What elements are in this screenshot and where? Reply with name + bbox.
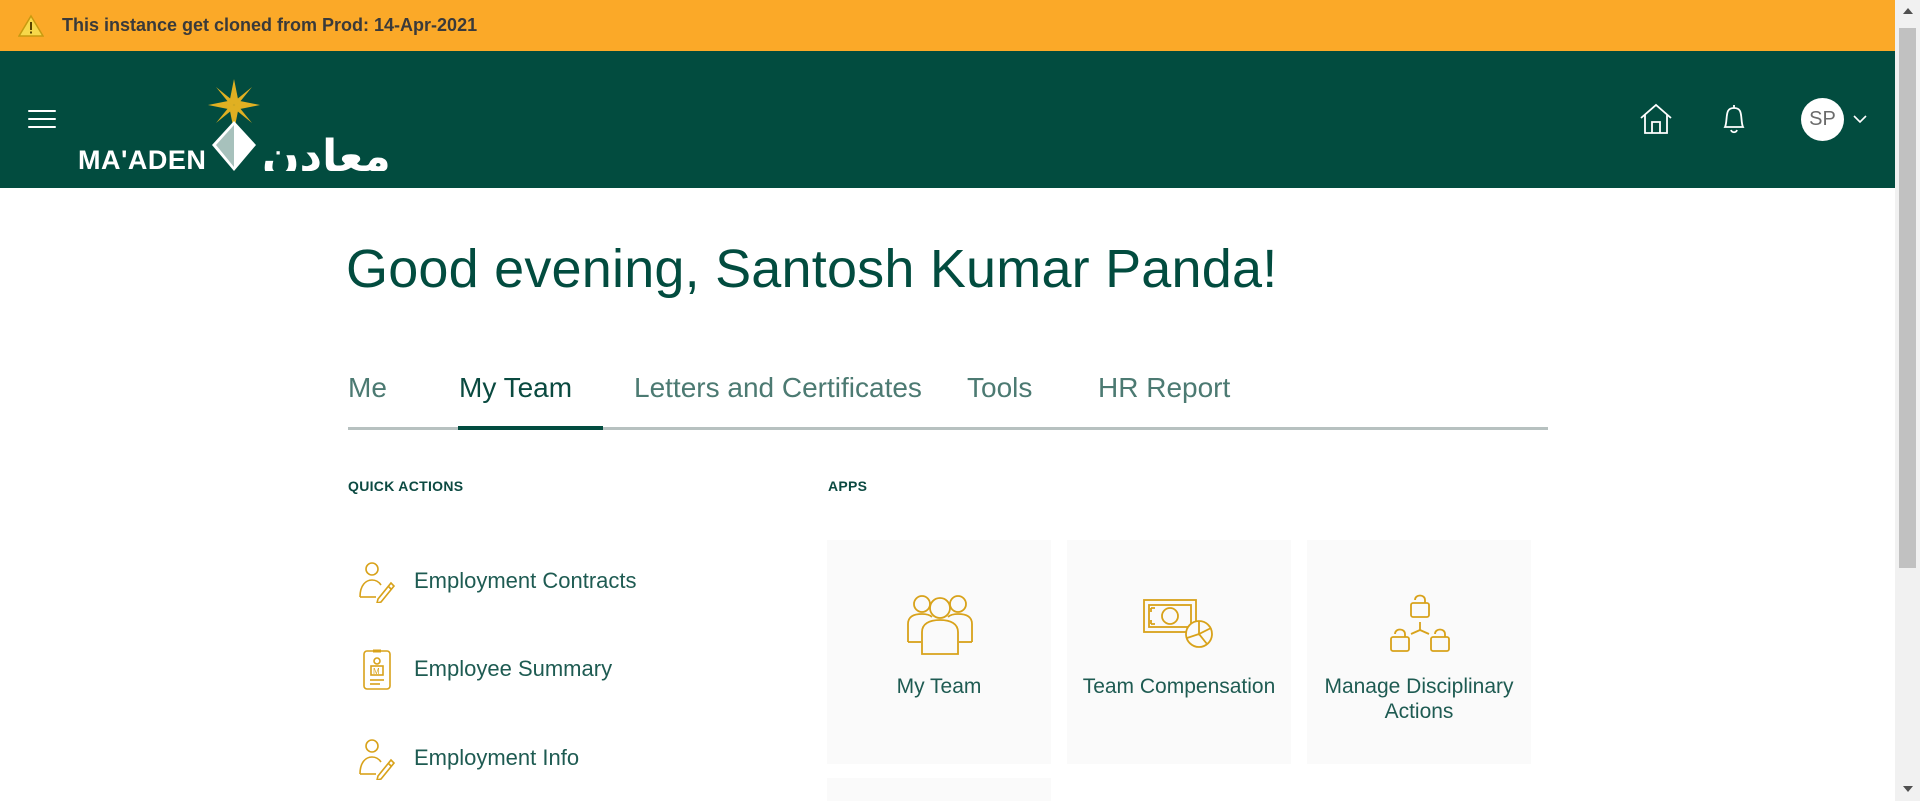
logo-latin-text: MA'ADEN <box>78 145 206 171</box>
tab-tools[interactable]: Tools <box>967 372 1032 404</box>
tab-hr-report[interactable]: HR Report <box>1098 372 1230 404</box>
hierarchy-icon <box>1383 590 1457 656</box>
app-tile-label: Manage Disciplinary Actions <box>1324 675 1514 723</box>
maaden-logo[interactable]: MA'ADEN معادن <box>78 79 398 182</box>
team-icon <box>903 590 977 656</box>
person-edit-icon <box>356 736 396 782</box>
quick-action-employee-summary[interactable]: M Employee Summary <box>356 644 612 694</box>
banner-message: This instance get cloned from Prod: 14-A… <box>62 15 478 35</box>
warning-icon <box>18 12 46 40</box>
app-tile-label: Team Compensation <box>1082 675 1276 698</box>
warning-banner: This instance get cloned from Prod: 14-A… <box>0 0 1895 51</box>
app-tile-manage-disciplinary-actions[interactable]: Manage Disciplinary Actions <box>1307 540 1531 764</box>
svg-text:M: M <box>373 667 380 676</box>
quick-action-label: Employee Summary <box>414 656 613 681</box>
page-scrollbar[interactable] <box>1895 0 1920 801</box>
id-badge-icon: M <box>356 647 396 691</box>
home-icon[interactable] <box>1638 101 1674 137</box>
quick-action-employment-info[interactable]: Employment Info <box>356 733 579 783</box>
avatar[interactable]: SP <box>1801 98 1844 141</box>
bell-icon[interactable] <box>1716 101 1752 137</box>
person-edit-icon <box>356 559 396 605</box>
app-tile-team-compensation[interactable]: Team Compensation <box>1067 540 1291 764</box>
tab-bar: Me My Team Letters and Certificates Tool… <box>348 360 1548 430</box>
scrollbar-thumb[interactable] <box>1899 28 1916 568</box>
app-tile-my-team[interactable]: My Team <box>827 540 1051 764</box>
tab-me[interactable]: Me <box>348 372 387 404</box>
active-tab-indicator <box>458 426 603 430</box>
tab-letters-and-certificates[interactable]: Letters and Certificates <box>634 372 922 404</box>
quick-actions-heading: QUICK ACTIONS <box>348 478 464 494</box>
menu-icon[interactable] <box>28 110 56 130</box>
apps-heading: APPS <box>828 478 868 494</box>
compensation-icon <box>1143 590 1217 656</box>
quick-action-label: Employment Info <box>414 745 580 770</box>
app-tile-partial[interactable] <box>827 778 1051 801</box>
app-header: MA'ADEN معادن SP <box>0 51 1895 188</box>
avatar-initials: SP <box>1809 108 1836 130</box>
app-tile-label: My Team <box>896 675 982 698</box>
scroll-down-icon[interactable] <box>1903 786 1913 792</box>
chevron-down-icon[interactable] <box>1852 111 1868 127</box>
page-greeting: Good evening, Santosh Kumar Panda! <box>346 239 1278 299</box>
logo-arabic-text: معادن <box>262 131 391 171</box>
tab-my-team[interactable]: My Team <box>459 372 572 404</box>
quick-action-label: Employment Contracts <box>414 568 637 593</box>
quick-action-employment-contracts[interactable]: Employment Contracts <box>356 556 637 606</box>
scroll-up-icon[interactable] <box>1903 8 1913 14</box>
